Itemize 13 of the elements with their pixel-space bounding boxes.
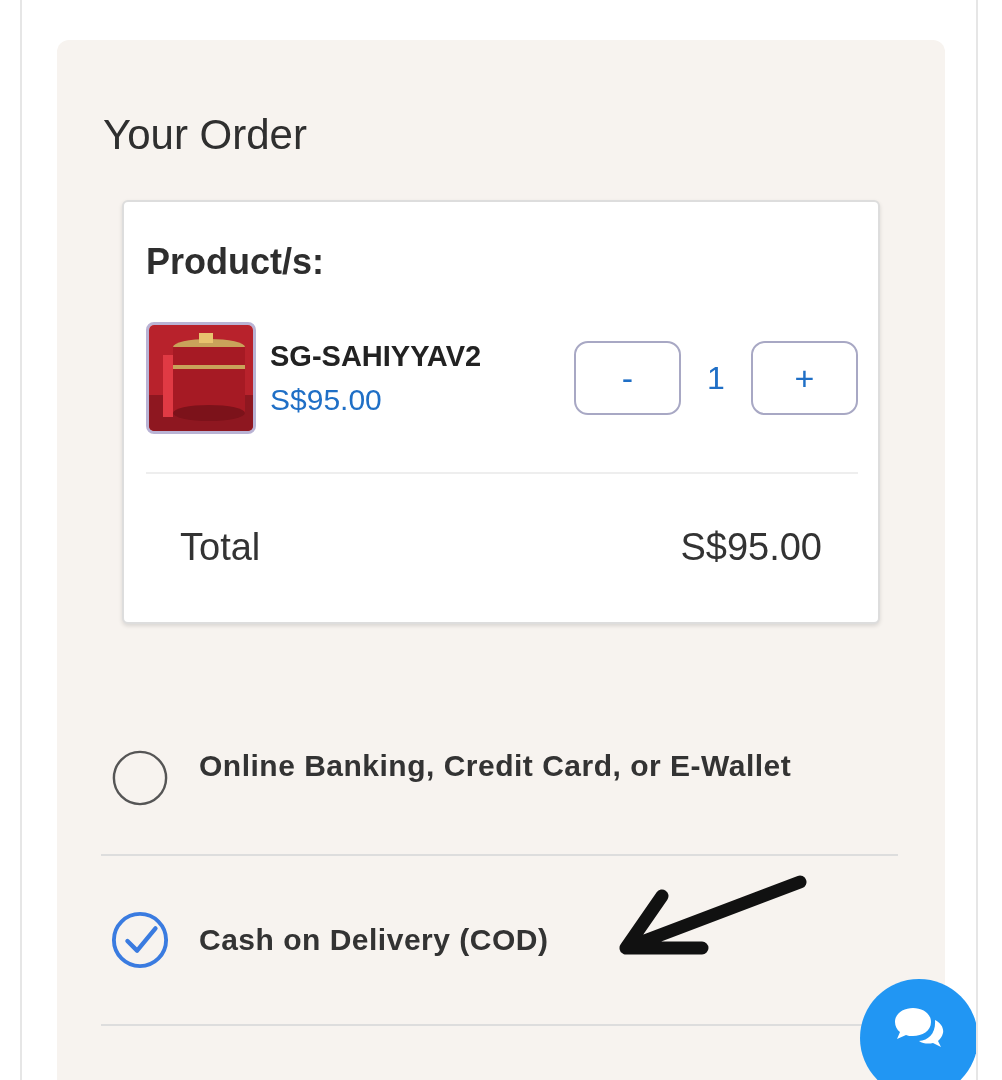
radio-button[interactable] xyxy=(111,749,169,807)
section-title: Your Order xyxy=(103,112,308,158)
quantity-value: 1 xyxy=(706,359,726,397)
product-price: S$95.00 xyxy=(270,382,383,417)
product-name: SG-SAHIYYAV2 xyxy=(270,339,483,373)
increment-button[interactable]: + xyxy=(751,341,858,415)
total-label: Total xyxy=(180,526,261,569)
decrement-button[interactable]: - xyxy=(574,341,681,415)
payment-option-label[interactable]: Online Banking, Credit Card, or E-Wallet xyxy=(199,749,792,783)
products-label: Product/s: xyxy=(146,242,325,282)
payment-option-label[interactable]: Cash on Delivery (COD) xyxy=(199,923,549,957)
total-value: S$95.00 xyxy=(680,526,822,569)
check-circle-icon[interactable] xyxy=(111,911,169,969)
